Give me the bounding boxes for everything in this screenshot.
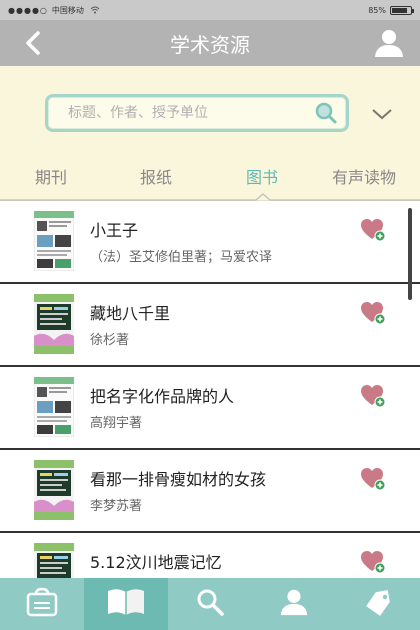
book-list-item[interactable]: 5.12汶川地震记忆	[0, 533, 420, 578]
book-list: 小王子 （法）圣艾修伯里著；马爱农译藏地八千里徐杉著把名字化作品牌的人高翔宇著看那…	[0, 201, 420, 578]
bottom-tab-profile[interactable]	[252, 578, 336, 630]
tab-books[interactable]: 图书	[246, 164, 278, 188]
bag-icon	[25, 587, 59, 621]
book-cover-image[interactable]	[34, 460, 74, 520]
carrier-name: 中国移动	[51, 5, 84, 15]
book-cover-image[interactable]	[34, 543, 74, 578]
app-screen: ●●●●○ 中国移动 85% 学术资源 标题、作者、授予单位 期刊 报纸 图书 …	[0, 0, 420, 630]
book-cover-image[interactable]	[34, 377, 74, 437]
status-bar: ●●●●○ 中国移动 85%	[0, 0, 420, 20]
battery-icon	[390, 5, 414, 15]
wifi-icon	[90, 6, 100, 14]
book-title[interactable]: 5.12汶川地震记忆	[90, 549, 222, 573]
book-list-item[interactable]: 看那一排骨瘦如材的女孩李梦苏著	[0, 450, 420, 533]
tab-journals[interactable]: 期刊	[35, 164, 67, 188]
back-button[interactable]	[18, 28, 48, 58]
tab-audiobooks[interactable]: 有声读物	[332, 164, 396, 188]
add-favorite-icon[interactable]	[360, 383, 386, 409]
add-favorite-icon[interactable]	[360, 217, 386, 243]
bottom-tab-reading[interactable]	[84, 578, 168, 630]
scrollbar[interactable]	[408, 208, 412, 300]
book-title[interactable]: 把名字化作品牌的人	[90, 383, 234, 407]
battery-percent: 85%	[368, 5, 386, 15]
search-area	[0, 66, 420, 154]
signal-indicator: ●●●●○	[8, 5, 48, 15]
book-title[interactable]: 看那一排骨瘦如材的女孩	[90, 466, 266, 490]
book-title[interactable]: 藏地八千里	[90, 300, 170, 324]
tag-icon	[362, 586, 394, 622]
chevron-left-icon	[26, 31, 40, 55]
user-button[interactable]	[372, 26, 406, 60]
bottom-nav-bar	[0, 578, 420, 630]
chevron-down-icon[interactable]	[370, 106, 394, 122]
add-favorite-icon[interactable]	[360, 549, 386, 575]
category-tabs: 期刊 报纸 图书 有声读物	[0, 154, 420, 201]
book-author: 高翔宇著	[90, 416, 143, 431]
book-list-item[interactable]: 藏地八千里 徐杉著	[0, 284, 420, 367]
bottom-tab-search[interactable]	[168, 578, 252, 630]
bottom-tab-resources[interactable]	[0, 578, 84, 630]
book-author: （法）圣艾修伯里著；马爱农译	[90, 250, 273, 265]
book-author: 徐杉著	[90, 333, 130, 348]
page-title: 学术资源	[170, 32, 250, 57]
tab-newspapers[interactable]: 报纸	[140, 164, 172, 188]
nav-bar: 学术资源	[0, 20, 420, 66]
book-title[interactable]: 小王子	[90, 217, 138, 241]
book-cover-image[interactable]	[34, 294, 74, 354]
book-author: 李梦苏著	[90, 499, 143, 514]
book-list-item[interactable]: 小王子 （法）圣艾修伯里著；马爱农译	[0, 201, 420, 284]
user-icon	[278, 586, 310, 622]
status-right: 85%	[368, 5, 414, 15]
battery-level	[392, 7, 408, 13]
add-favorite-icon[interactable]	[360, 300, 386, 326]
add-favorite-icon[interactable]	[360, 466, 386, 492]
search-icon[interactable]	[314, 101, 338, 125]
user-icon	[375, 30, 403, 57]
search-input[interactable]	[48, 105, 298, 121]
book-icon	[106, 587, 146, 621]
active-tab-indicator	[0, 193, 420, 201]
bottom-tab-tags[interactable]	[336, 578, 420, 630]
search-icon	[195, 587, 225, 621]
book-cover-image[interactable]	[34, 211, 74, 271]
book-list-item[interactable]: 把名字化作品牌的人高翔宇著	[0, 367, 420, 450]
search-box[interactable]	[45, 94, 349, 132]
